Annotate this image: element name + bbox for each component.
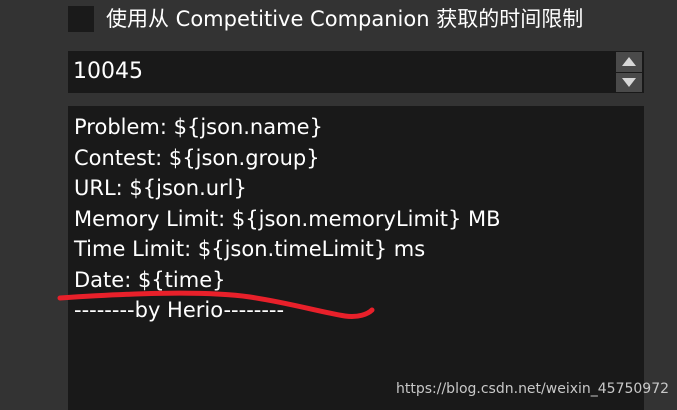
- time-limit-checkbox-row[interactable]: 使用从 Competitive Companion 获取的时间限制: [68, 4, 583, 34]
- template-line: URL: ${json.url}: [74, 176, 247, 200]
- watermark: https://blog.csdn.net/weixin_45750972: [396, 381, 670, 397]
- template-line: Date: ${time}: [74, 267, 226, 292]
- time-limit-value[interactable]: 10045: [73, 51, 143, 93]
- template-line: Time Limit: ${json.timeLimit} ms: [74, 237, 426, 261]
- spin-down-button[interactable]: [616, 72, 642, 92]
- triangle-up-icon: [622, 57, 636, 67]
- template-line: Memory Limit: ${json.memoryLimit} MB: [74, 206, 501, 231]
- template-line: --------by Herio--------: [74, 298, 285, 322]
- spin-buttons: [616, 52, 642, 92]
- settings-panel: 使用从 Competitive Companion 获取的时间限制 10045 …: [0, 0, 677, 410]
- time-limit-spinbox[interactable]: 10045: [68, 51, 644, 93]
- template-editor[interactable]: Problem: ${json.name} Contest: ${json.gr…: [68, 106, 644, 410]
- triangle-down-icon: [622, 77, 636, 87]
- template-line: Problem: ${json.name}: [74, 115, 323, 139]
- time-limit-checkbox-label[interactable]: 使用从 Competitive Companion 获取的时间限制: [106, 4, 583, 34]
- spin-up-button[interactable]: [616, 52, 642, 72]
- template-line: Contest: ${json.group}: [74, 145, 320, 170]
- time-limit-checkbox[interactable]: [68, 6, 94, 32]
